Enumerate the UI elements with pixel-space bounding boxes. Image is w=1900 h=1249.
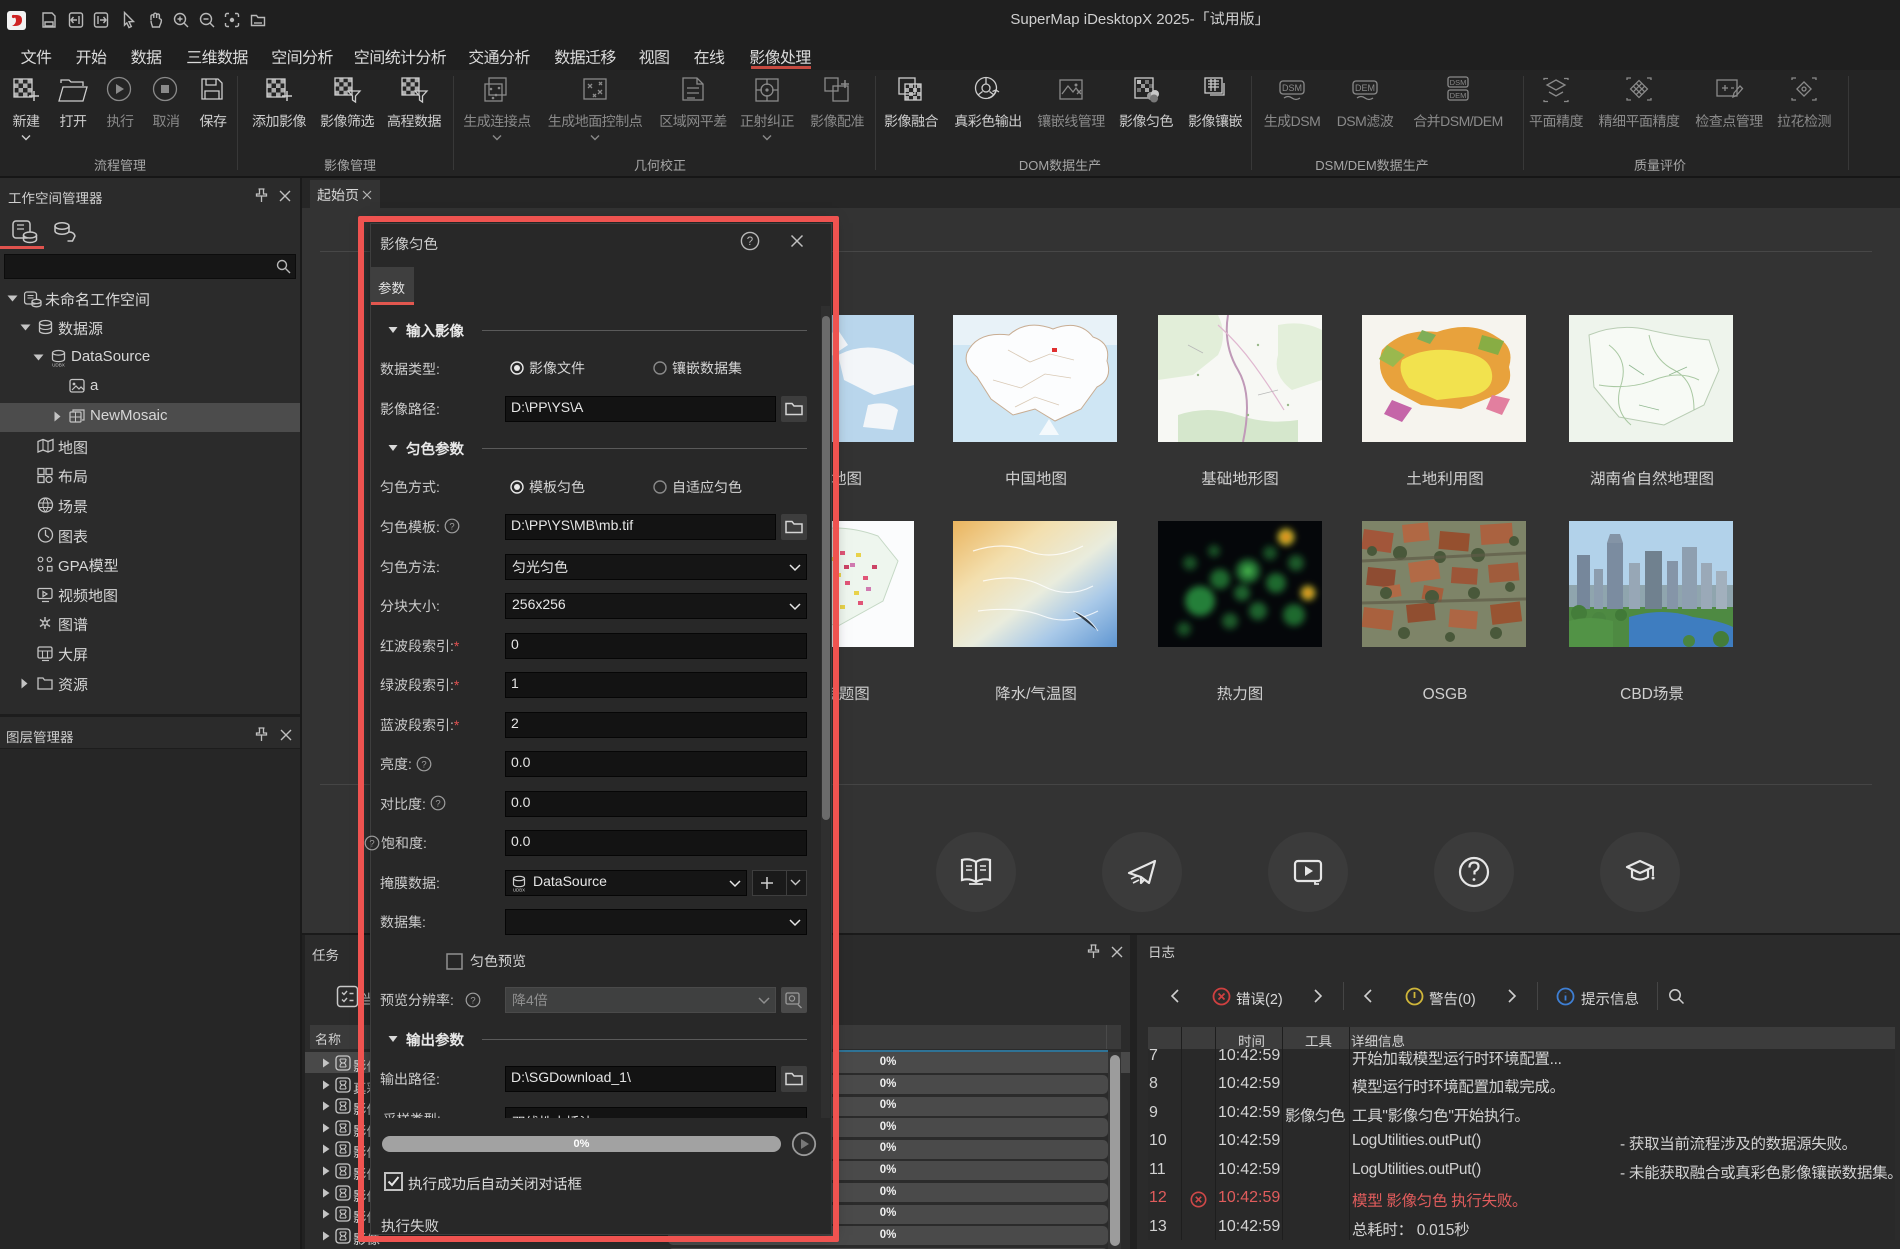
svg-text:DEM: DEM	[1450, 91, 1467, 100]
svg-text:DSM: DSM	[1282, 83, 1302, 93]
svg-text:DEM: DEM	[1355, 83, 1375, 93]
svg-text:UDBX: UDBX	[52, 363, 65, 368]
svg-text:DSM: DSM	[1450, 78, 1467, 87]
